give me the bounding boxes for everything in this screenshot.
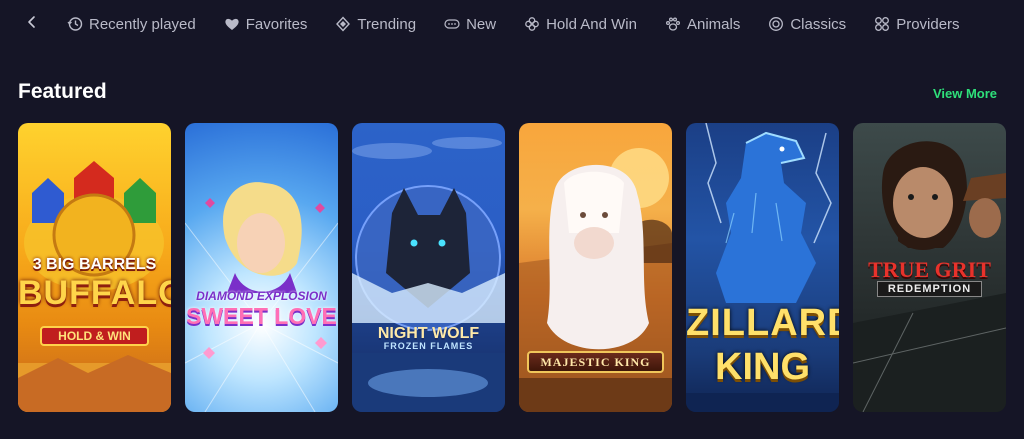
game-title-plate: REDEMPTION	[877, 281, 982, 297]
featured-games-row: 3 BIG BARRELS BUFFALO HOLD & WIN Diamond…	[18, 123, 1006, 412]
nav-item-animals[interactable]: Animals	[664, 12, 740, 36]
grid-icon	[873, 15, 891, 33]
game-title-line: KING	[715, 346, 810, 388]
game-title-main: SWEET LOVE	[186, 303, 337, 329]
nav-item-label: Favorites	[245, 15, 308, 33]
nav-item-new[interactable]: New	[443, 12, 496, 36]
game-title-line: 3 BIG BARRELS	[32, 256, 157, 273]
game-title-line: FROZEN FLAMES	[383, 341, 474, 351]
nav-item-classics[interactable]: Classics	[767, 12, 846, 36]
game-title-line: Diamond EXPLOSION	[196, 289, 327, 303]
game-title-plate: MAJESTIC KING	[527, 351, 664, 373]
chevron-left-icon	[25, 15, 39, 34]
game-title-main: NIGHT WOLF	[377, 325, 480, 342]
new-badge-icon	[443, 15, 461, 33]
game-title-main: TRUE GRIT	[868, 257, 991, 282]
view-more-link[interactable]: View More	[933, 86, 997, 101]
diamond-icon	[334, 15, 352, 33]
nav-item-label: Animals	[686, 15, 741, 33]
clover-icon	[523, 15, 541, 33]
game-tag: HOLD & WIN	[40, 326, 149, 346]
game-artwork	[352, 137, 505, 412]
game-title-main: BUFFALO	[18, 274, 171, 312]
game-artwork	[185, 182, 338, 412]
nav-item-providers[interactable]: Providers	[873, 12, 960, 36]
heart-icon	[223, 15, 241, 33]
nav-item-label: Hold And Win	[546, 15, 637, 33]
nav-item-favorites[interactable]: Favorites	[223, 12, 308, 36]
category-nav: Recently played Favorites Trending New H…	[0, 0, 1024, 46]
game-card-majestic-king[interactable]: MAJESTIC KING	[519, 123, 672, 412]
nav-item-recently-played[interactable]: Recently played	[66, 12, 196, 36]
game-card-zillard-king[interactable]: ZILLARD KING	[686, 123, 839, 412]
history-icon	[66, 15, 84, 33]
section-title: Featured	[18, 80, 107, 103]
nav-item-label: Recently played	[89, 15, 196, 33]
game-card-true-grit[interactable]: TRUE GRIT REDEMPTION	[853, 123, 1006, 412]
nav-item-label: Classics	[790, 15, 847, 33]
game-card-buffalo[interactable]: 3 BIG BARRELS BUFFALO HOLD & WIN	[18, 123, 171, 412]
game-card-night-wolf[interactable]: NIGHT WOLF FROZEN FLAMES	[352, 123, 505, 412]
nav-item-trending[interactable]: Trending	[334, 12, 416, 36]
game-title-main: ZILLARD	[686, 302, 839, 344]
paw-icon	[664, 15, 682, 33]
nav-item-label: Providers	[896, 15, 960, 33]
target-icon	[767, 15, 785, 33]
nav-item-hold-and-win[interactable]: Hold And Win	[523, 12, 637, 36]
nav-item-label: Trending	[357, 15, 417, 33]
back-button[interactable]	[20, 12, 44, 36]
game-card-sweet-love[interactable]: Diamond EXPLOSION SWEET LOVE	[185, 123, 338, 412]
nav-item-label: New	[466, 15, 497, 33]
